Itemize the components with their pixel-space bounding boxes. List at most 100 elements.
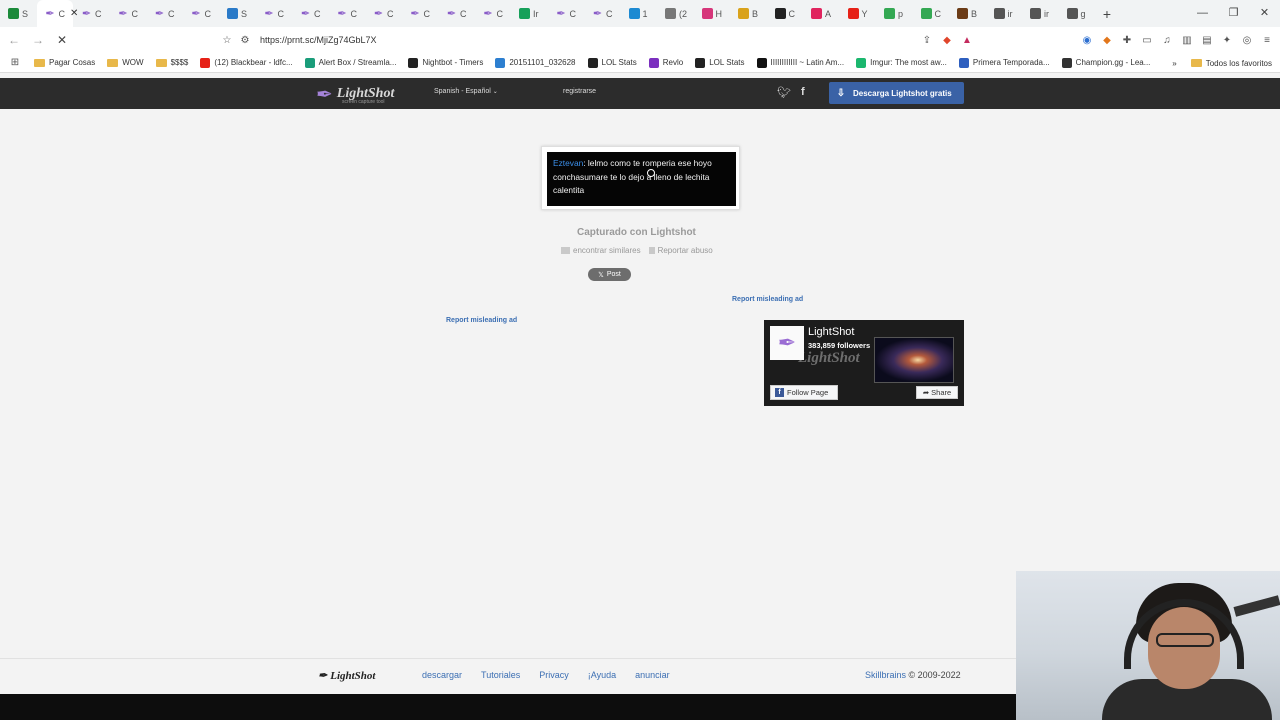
browser-tab[interactable]: ✒ C	[183, 0, 220, 27]
report-ad-link[interactable]: Report misleading ad	[732, 296, 803, 303]
new-tab-button[interactable]: +	[1095, 6, 1119, 22]
browser-tab[interactable]: ✒ C	[584, 0, 621, 27]
facebook-icon[interactable]: f	[801, 86, 805, 99]
browser-tab[interactable]: A	[803, 0, 840, 27]
browser-tab[interactable]: ✒ C	[110, 0, 147, 27]
tab-title: B	[752, 8, 759, 19]
browser-tab[interactable]: B	[949, 0, 986, 27]
address-toolbar: ← → ✕ ☆ ⚙ https://prnt.sc/MjiZg74GbL7X ⇪…	[0, 27, 1280, 53]
browser-tab[interactable]: ✒ C	[329, 0, 366, 27]
forward-icon[interactable]: →	[28, 33, 48, 47]
bookmark-item[interactable]: Champion.gg - Lea...	[1061, 57, 1150, 68]
bookmark-item[interactable]: LOL Stats	[695, 57, 745, 68]
report-ad-link[interactable]: Report misleading ad	[446, 317, 517, 324]
browser-tab[interactable]: S	[219, 0, 256, 27]
footer-link[interactable]: Privacy	[539, 670, 569, 680]
fb-page-name[interactable]: LightShot	[808, 326, 854, 338]
lightshot-feather-icon: ✒	[154, 8, 165, 20]
warning-icon[interactable]: ▲	[960, 33, 974, 47]
sidebar-icon[interactable]: ▥	[1180, 33, 1194, 47]
bookmark-item[interactable]: Nightbot - Timers	[408, 57, 483, 68]
minimize-icon[interactable]: —	[1187, 0, 1218, 27]
browser-tab[interactable]: ir	[986, 0, 1023, 27]
fb-follow-button[interactable]: f Follow Page	[770, 385, 838, 400]
omnibox[interactable]: ☆ ⚙ https://prnt.sc/MjiZg74GbL7X	[218, 29, 968, 51]
browser-tab[interactable]: 1	[621, 0, 658, 27]
sparkle-icon[interactable]: ✦	[1220, 33, 1234, 47]
footer-link[interactable]: ¡Ayuda	[588, 670, 616, 680]
brave-shield-icon[interactable]: ◆	[940, 33, 954, 47]
screen-icon[interactable]: ▭	[1140, 33, 1154, 47]
bookmark-item[interactable]: Revlo	[648, 57, 683, 68]
lightshot-logo[interactable]: ✒ LightShot screen capture tool	[316, 82, 394, 106]
bookmark-item[interactable]: Alert Box / Streamla...	[304, 57, 396, 68]
bookmark-star-icon[interactable]: ☆	[218, 35, 236, 46]
browser-tab[interactable]: ✒ C	[146, 0, 183, 27]
all-bookmarks-folder[interactable]: Todos los favoritos	[1190, 59, 1272, 68]
site-info-icon[interactable]: ⚙	[236, 35, 254, 46]
x-post-button[interactable]: 𝕏 Post	[588, 268, 631, 281]
browser-tab[interactable]: g	[1059, 0, 1096, 27]
browser-tab[interactable]: ir	[1022, 0, 1059, 27]
browser-tab[interactable]: ✒ C	[548, 0, 585, 27]
browser-tab[interactable]: p	[876, 0, 913, 27]
apps-grid-icon[interactable]: ⊞	[8, 56, 22, 70]
report-abuse-link[interactable]: Reportar abuso	[648, 246, 713, 255]
browser-tab[interactable]: ✒ C	[292, 0, 329, 27]
browser-tab[interactable]: ✒ C	[475, 0, 512, 27]
url-text[interactable]: https://prnt.sc/MjiZg74GbL7X	[260, 35, 377, 45]
browser-tab[interactable]: C	[767, 0, 804, 27]
footer-link[interactable]: descargar	[422, 670, 462, 680]
stop-loading-icon[interactable]: ✕	[52, 33, 72, 47]
more-bookmarks-icon[interactable]: »	[1172, 59, 1176, 68]
back-icon[interactable]: ←	[4, 33, 24, 47]
browser-tab[interactable]: ✒ C	[365, 0, 402, 27]
browser-tab[interactable]: (2	[657, 0, 694, 27]
vpn-icon[interactable]: ◎	[1240, 33, 1254, 47]
bookmark-item[interactable]: IIIIIIIIIIII ~ Latin Am...	[756, 57, 844, 68]
bookmark-item[interactable]: (12) Blackbear - ldfc...	[200, 57, 293, 68]
bookmark-item[interactable]: Primera Temporada...	[958, 57, 1050, 68]
metamask-icon[interactable]: ◆	[1100, 33, 1114, 47]
register-link[interactable]: registrarse	[563, 88, 596, 95]
browser-tab[interactable]: B	[730, 0, 767, 27]
bookmarks-bar: ⊞ Pagar Cosas WOW $$$$ (12) Blackbear - ldf…	[0, 53, 1280, 73]
facebook-page-widget[interactable]: LightShot ✒ LightShot 383,859 followers …	[764, 320, 964, 406]
image-icon	[561, 247, 570, 254]
browser-tab[interactable]: ✒ C ✕	[36, 0, 78, 27]
browser-tab[interactable]: ✒ C	[73, 0, 110, 27]
bookmark-item[interactable]: $$$$	[155, 58, 188, 68]
twitter-icon[interactable]: 🐦︎	[777, 86, 791, 99]
browser-tab[interactable]: ✒ C	[402, 0, 439, 27]
browser-tab[interactable]: H	[694, 0, 731, 27]
menu-icon[interactable]: ≡	[1260, 33, 1274, 47]
extension-icon[interactable]: ◉	[1080, 33, 1094, 47]
footer-logo[interactable]: ✒ LightShot	[318, 669, 375, 683]
footer-link[interactable]: anunciar	[635, 670, 670, 680]
browser-tab[interactable]: ✒ C	[438, 0, 475, 27]
language-selector[interactable]: Spanish - Español ⌄	[434, 88, 498, 95]
browser-tab[interactable]: S	[0, 0, 37, 27]
close-window-icon[interactable]: ✕	[1249, 0, 1280, 27]
fb-profile-picture[interactable]: ✒	[770, 326, 804, 360]
restore-icon[interactable]: ❐	[1218, 0, 1249, 27]
footer-link[interactable]: Tutoriales	[481, 670, 520, 680]
find-similar-link[interactable]: encontrar similares	[561, 246, 641, 255]
music-icon[interactable]: ♫	[1160, 33, 1174, 47]
fb-share-button[interactable]: ➦ Share	[916, 386, 958, 399]
share-icon[interactable]: ⇪	[920, 33, 934, 47]
bookmark-item[interactable]: Pagar Cosas	[34, 58, 95, 68]
browser-tab[interactable]: Y	[840, 0, 877, 27]
wallet-icon[interactable]: ▤	[1200, 33, 1214, 47]
browser-tab[interactable]: Ir	[511, 0, 548, 27]
browser-tab[interactable]: C	[913, 0, 950, 27]
puzzle-icon[interactable]: ✚	[1120, 33, 1134, 47]
bookmark-item[interactable]: LOL Stats	[587, 57, 637, 68]
browser-tab[interactable]: ✒ C	[256, 0, 293, 27]
bookmark-item[interactable]: 20151101_032628	[495, 57, 576, 68]
skillbrains-link[interactable]: Skillbrains	[865, 670, 906, 680]
bookmark-item[interactable]: Imgur: The most aw...	[856, 57, 947, 68]
bookmark-item[interactable]: WOW	[107, 58, 144, 68]
download-button[interactable]: ⇩ Descarga Lightshot gratis	[829, 82, 964, 104]
screenshot-image[interactable]: Eztevan: lelmo como te romperia ese hoyo…	[541, 146, 740, 210]
